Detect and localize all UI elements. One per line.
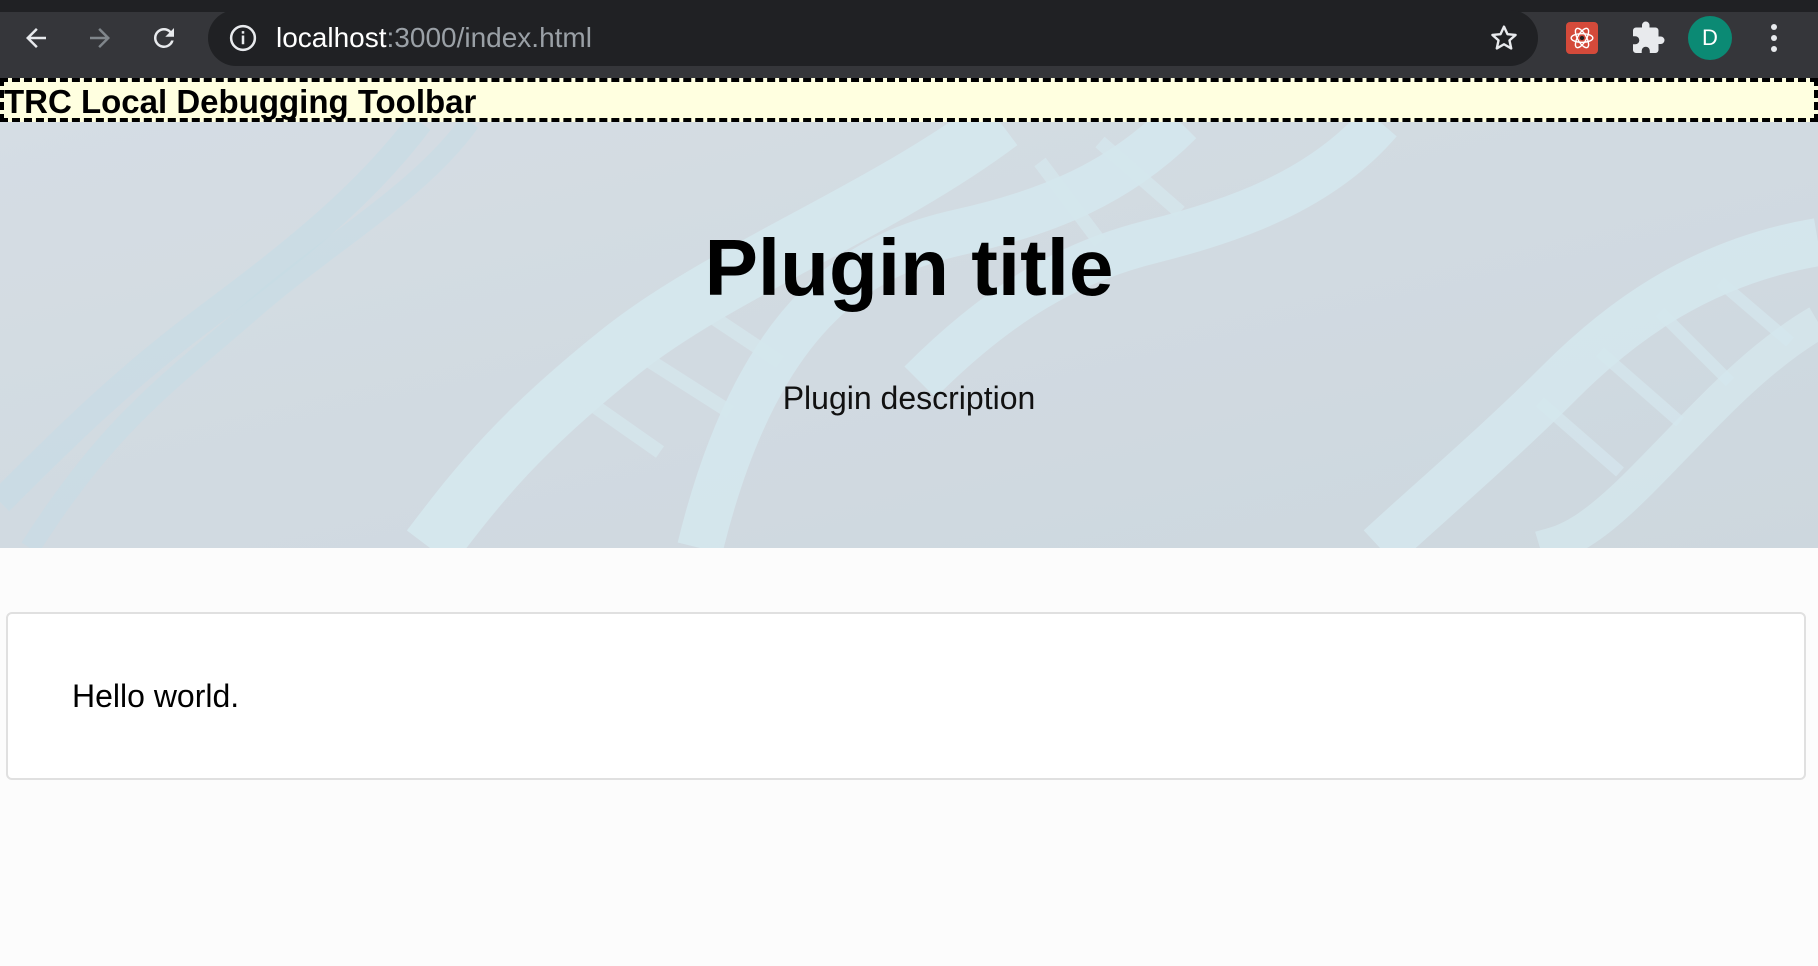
star-icon[interactable] [1488, 22, 1520, 54]
browser-toolbar: localhost:3000/index.html D [0, 0, 1818, 78]
forward-button[interactable] [76, 14, 124, 62]
reload-button[interactable] [140, 14, 188, 62]
url-host: localhost [276, 22, 387, 53]
plugin-title: Plugin title [704, 223, 1114, 312]
address-bar[interactable]: localhost:3000/index.html [208, 10, 1538, 66]
debug-toolbar-label: TRC Local Debugging Toolbar [4, 83, 477, 120]
menu-dots-icon[interactable] [1758, 18, 1790, 58]
back-arrow-icon [26, 28, 46, 48]
url-path: :3000/index.html [386, 22, 592, 53]
reload-icon [153, 27, 174, 48]
debug-toolbar: TRC Local Debugging Toolbar [0, 78, 1818, 122]
back-button[interactable] [12, 14, 60, 62]
card-text: Hello world. [72, 678, 240, 714]
forward-arrow-icon [90, 28, 110, 48]
react-devtools-extension[interactable] [1566, 22, 1598, 54]
puzzle-icon[interactable] [1630, 20, 1666, 56]
hero-banner: Plugin title Plugin description [0, 122, 1818, 548]
profile-avatar[interactable]: D [1688, 16, 1732, 60]
react-devtools-icon [1570, 27, 1594, 49]
content-card: Hello world. [6, 612, 1806, 780]
info-icon[interactable] [228, 23, 258, 53]
dna-background-image [0, 122, 1818, 548]
plugin-description: Plugin description [782, 380, 1036, 416]
url-text[interactable]: localhost:3000/index.html [276, 23, 592, 53]
